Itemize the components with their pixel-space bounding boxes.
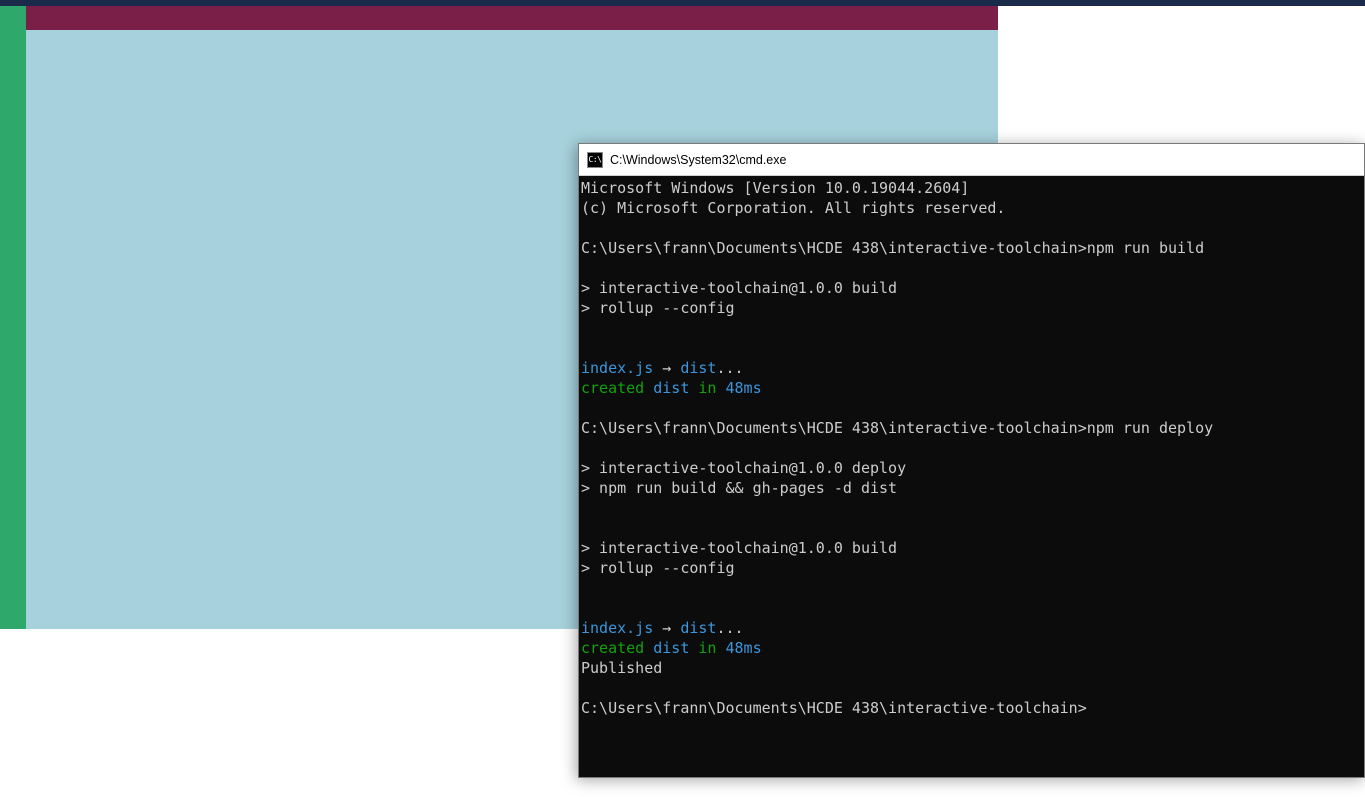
terminal-line [581,598,1362,618]
terminal-line [581,498,1362,518]
terminal-line: created dist in 48ms [581,638,1362,658]
terminal-line [581,518,1362,538]
terminal-line: C:\Users\frann\Documents\HCDE 438\intera… [581,418,1362,438]
cmd-window[interactable]: C:\ C:\Windows\System32\cmd.exe Microsof… [578,143,1365,778]
terminal-line [581,578,1362,598]
terminal-line: Microsoft Windows [Version 10.0.19044.26… [581,178,1362,198]
terminal-line: index.js → dist... [581,358,1362,378]
terminal-line [581,438,1362,458]
terminal-line [581,258,1362,278]
background-window-left-edge [0,6,26,629]
terminal-line [581,218,1362,238]
terminal-line [581,338,1362,358]
terminal-line: > interactive-toolchain@1.0.0 build [581,278,1362,298]
terminal-line: C:\Users\frann\Documents\HCDE 438\intera… [581,698,1362,718]
terminal-line [581,678,1362,698]
terminal-line [581,398,1362,418]
terminal-line: Published [581,658,1362,678]
terminal-line: > interactive-toolchain@1.0.0 build [581,538,1362,558]
cmd-titlebar[interactable]: C:\ C:\Windows\System32\cmd.exe [579,144,1364,176]
terminal-line: C:\Users\frann\Documents\HCDE 438\intera… [581,238,1362,258]
terminal-line: created dist in 48ms [581,378,1362,398]
background-window-titlebar[interactable] [26,6,998,30]
terminal-line: > rollup --config [581,298,1362,318]
cmd-window-title: C:\Windows\System32\cmd.exe [610,153,786,167]
cmd-terminal-output[interactable]: Microsoft Windows [Version 10.0.19044.26… [579,176,1364,777]
terminal-line: (c) Microsoft Corporation. All rights re… [581,198,1362,218]
terminal-line: > rollup --config [581,558,1362,578]
cmd-icon: C:\ [587,152,603,168]
terminal-line [581,318,1362,338]
terminal-line: index.js → dist... [581,618,1362,638]
terminal-line: > interactive-toolchain@1.0.0 deploy [581,458,1362,478]
terminal-line: > npm run build && gh-pages -d dist [581,478,1362,498]
